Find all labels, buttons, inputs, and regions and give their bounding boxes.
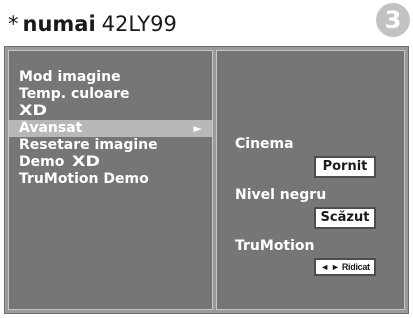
step-number-badge: 3 [376, 3, 410, 37]
menu-item-demo-xd[interactable]: Demo XD [9, 154, 212, 171]
submenu-panel: Cinema Pornit Nivel negru Scăzut TruMoti… [216, 50, 405, 310]
trumotion-value-selector[interactable]: ◄ ► Ridicat [314, 258, 376, 276]
nivel-negru-value-button[interactable]: Scăzut [314, 207, 376, 229]
submenu-arrow-icon: ► [193, 122, 202, 135]
cinema-value-button[interactable]: Pornit [314, 156, 376, 178]
menu-item-avansat[interactable]: Avansat ► [9, 120, 212, 137]
trumotion-label: TruMotion [235, 238, 315, 254]
heading-asterisk: * [8, 12, 19, 36]
cinema-label: Cinema [235, 136, 294, 152]
xd-logo-icon: XD [19, 103, 48, 119]
page-heading: * numai 42LY99 [8, 10, 177, 38]
menu-item-label: Mod imagine [19, 69, 121, 85]
manual-page: * numai 42LY99 3 Mod imagine Temp. culoare… [0, 0, 413, 318]
xd-logo-icon: XD [72, 154, 101, 170]
menu-item-label: Demo [19, 154, 65, 170]
heading-brand: numai [22, 12, 96, 36]
heading-model: 42LY99 [101, 12, 177, 36]
menu-item-temp-culoare[interactable]: Temp. culoare [9, 86, 212, 103]
menu-item-mod-imagine[interactable]: Mod imagine [9, 69, 212, 86]
menu-item-label: Avansat [19, 120, 83, 136]
tv-osd-menu: Mod imagine Temp. culoare XD Avansat ► R… [4, 46, 409, 314]
menu-item-trumotion-demo[interactable]: TruMotion Demo [9, 171, 212, 188]
menu-item-label: Temp. culoare [19, 86, 130, 102]
main-menu-list: Mod imagine Temp. culoare XD Avansat ► R… [9, 69, 212, 188]
nivel-negru-label: Nivel negru [235, 187, 327, 203]
menu-item-xd[interactable]: XD [9, 103, 212, 120]
menu-item-resetare-imagine[interactable]: Resetare imagine [9, 137, 212, 154]
main-menu-panel: Mod imagine Temp. culoare XD Avansat ► R… [8, 50, 213, 310]
menu-item-label: Resetare imagine [19, 137, 158, 153]
menu-item-label: TruMotion Demo [19, 171, 149, 187]
